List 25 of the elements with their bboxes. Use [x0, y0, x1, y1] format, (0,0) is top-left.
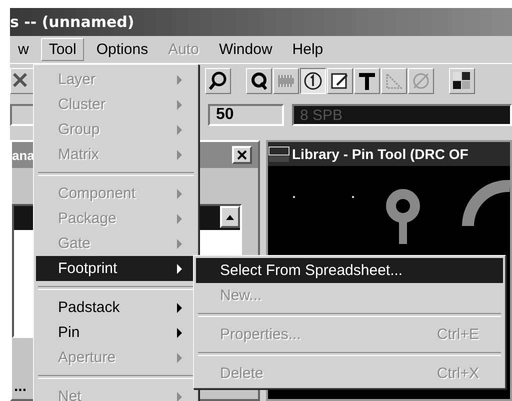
menu-item[interactable]: Help — [284, 38, 332, 61]
menu-item[interactable]: Padstack — [36, 295, 196, 320]
library-window-title: Library - Pin Tool (DRC OF — [292, 146, 468, 162]
zoom-icon[interactable] — [205, 68, 231, 94]
menu-item[interactable]: Select From Spreadsheet... — [196, 258, 503, 283]
menu-item[interactable]: Pin — [36, 320, 196, 345]
menu-item[interactable]: Tool — [40, 38, 84, 61]
close-icon — [237, 150, 247, 160]
color-grid-icon[interactable] — [449, 68, 475, 94]
scroll-up-button[interactable] — [220, 206, 240, 228]
panel-title: ana — [12, 148, 34, 162]
null-sign-icon[interactable] — [408, 68, 434, 94]
panel-footer-text: ... — [13, 378, 28, 397]
up-arrow-icon — [226, 214, 234, 220]
menu-item[interactable]: Window — [210, 38, 280, 61]
grid-field[interactable]: 50 — [208, 104, 284, 126]
query-icon[interactable] — [246, 68, 272, 94]
close-button[interactable] — [232, 146, 252, 164]
window-title: s -- (unnamed) — [10, 13, 134, 31]
text-tool-icon[interactable] — [354, 68, 380, 94]
layer-field[interactable]: 8 SPB — [292, 104, 512, 126]
menu-item[interactable]: Footprint — [36, 256, 196, 281]
menu-item[interactable]: w — [10, 38, 37, 61]
menu-item[interactable]: Options — [88, 38, 156, 61]
pencil-note-icon[interactable] — [327, 68, 353, 94]
